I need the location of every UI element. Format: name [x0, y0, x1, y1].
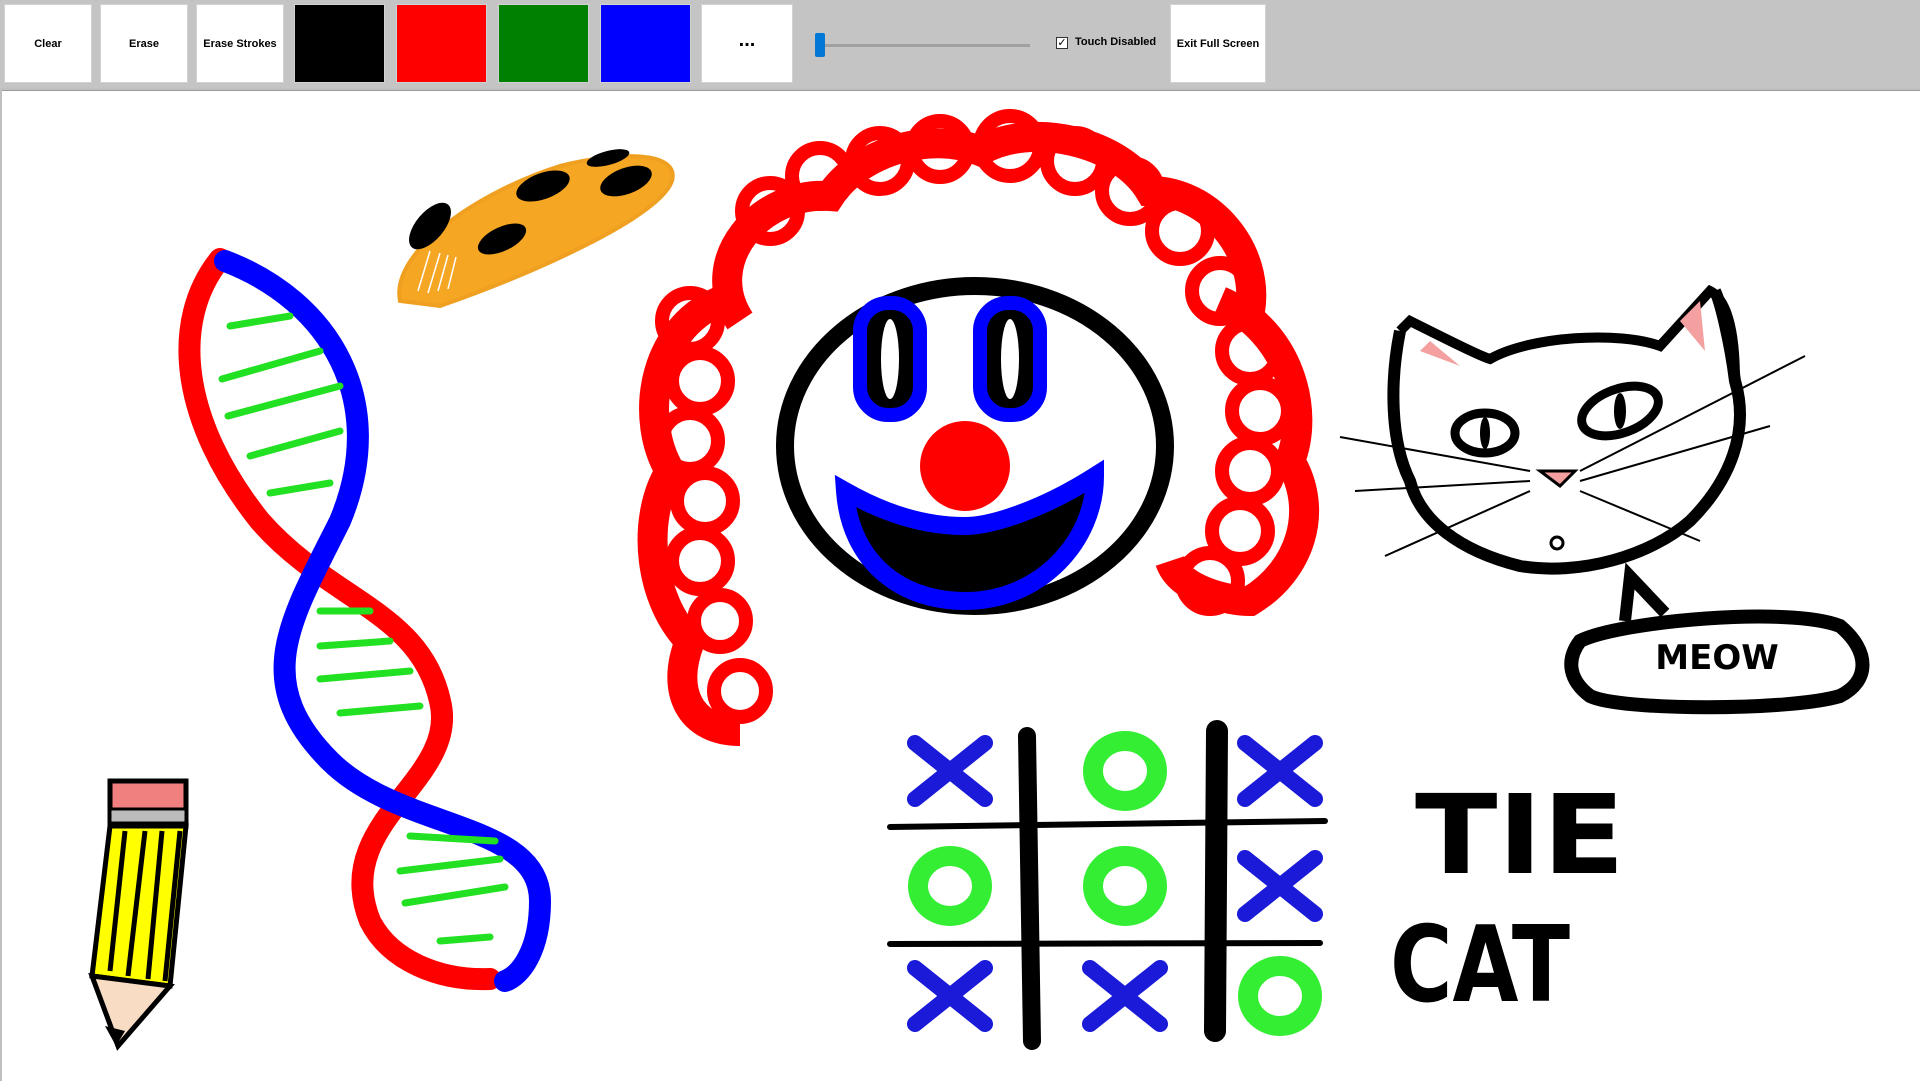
pen-size-slider[interactable]	[818, 44, 1030, 47]
tic-tac-toe-drawing	[887, 720, 1328, 1050]
ttt-x-mark	[1237, 850, 1323, 922]
ttt-x-mark	[1237, 735, 1323, 807]
dna-helix-drawing	[178, 248, 552, 992]
color-black-swatch[interactable]	[294, 4, 385, 83]
meow-text: MEOW	[1655, 638, 1778, 678]
pencil-drawing	[88, 778, 189, 1051]
ttt-o-mark	[1083, 731, 1167, 811]
erase-strokes-button[interactable]: Erase Strokes	[196, 4, 284, 83]
toolbar: Clear Erase Erase Strokes ... ✓ Touch Di…	[0, 0, 1920, 88]
cookie-drawing	[397, 149, 675, 309]
tie-text: TIE	[1415, 771, 1625, 899]
ttt-o-mark	[1083, 846, 1167, 926]
color-blue-swatch[interactable]	[600, 4, 691, 83]
drawing-canvas[interactable]: MEOW TIE CAT	[2, 90, 1920, 1081]
ttt-o-mark	[1238, 956, 1322, 1036]
pen-size-slider-thumb[interactable]	[815, 33, 825, 57]
exit-full-screen-button[interactable]: Exit Full Screen	[1170, 4, 1266, 83]
cat-text: CAT	[1390, 904, 1570, 1026]
more-options-button[interactable]: ...	[701, 4, 793, 83]
clear-button[interactable]: Clear	[4, 4, 92, 83]
ttt-x-mark	[907, 960, 993, 1032]
ink-drawing: MEOW TIE CAT	[88, 109, 1870, 1051]
ttt-x-mark	[907, 735, 993, 807]
ttt-x-mark	[1082, 960, 1168, 1032]
touch-disabled-checkbox[interactable]: ✓	[1056, 37, 1068, 49]
tie-cat-text-drawing: TIE CAT	[1390, 771, 1625, 1026]
clown-drawing	[637, 109, 1319, 746]
cat-drawing	[1339, 284, 1806, 575]
ttt-o-mark	[908, 846, 992, 926]
meow-speech-bubble: MEOW	[1564, 562, 1870, 715]
color-green-swatch[interactable]	[498, 4, 589, 83]
erase-button[interactable]: Erase	[100, 4, 188, 83]
touch-disabled-label: Touch Disabled	[1075, 36, 1157, 48]
color-red-swatch[interactable]	[396, 4, 487, 83]
